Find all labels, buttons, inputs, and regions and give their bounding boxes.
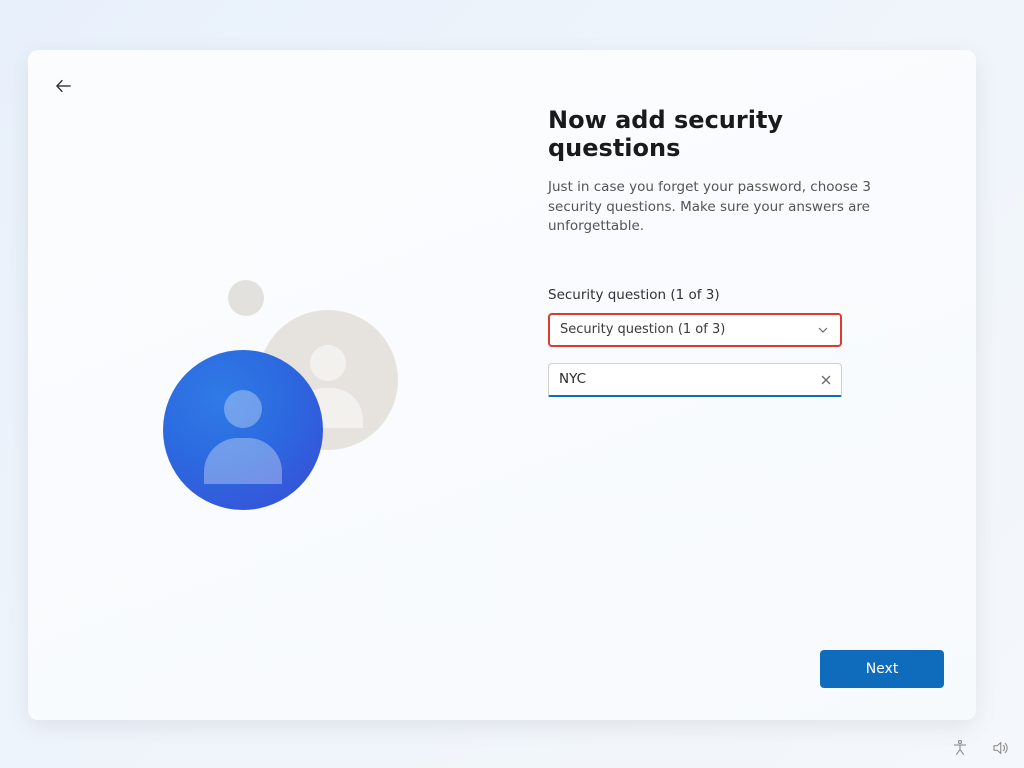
answer-field-wrap	[548, 363, 842, 397]
answer-input[interactable]	[548, 363, 842, 397]
volume-button[interactable]	[990, 738, 1010, 758]
clear-input-button[interactable]	[816, 370, 836, 390]
chevron-down-icon	[816, 323, 830, 337]
setup-window: Now add security questions Just in case …	[28, 50, 976, 720]
accessibility-button[interactable]	[950, 738, 970, 758]
next-button[interactable]: Next	[820, 650, 944, 688]
volume-icon	[991, 739, 1009, 757]
accessibility-icon	[951, 739, 969, 757]
back-button[interactable]	[50, 72, 78, 100]
system-tray	[950, 738, 1010, 758]
decorative-dot	[228, 280, 264, 316]
dropdown-selected-label: Security question (1 of 3)	[560, 322, 725, 337]
form-area: Now add security questions Just in case …	[548, 106, 878, 397]
back-arrow-icon	[54, 76, 74, 96]
avatar-blue-icon	[163, 350, 323, 510]
close-icon	[820, 374, 832, 386]
security-question-dropdown[interactable]: Security question (1 of 3)	[548, 313, 842, 347]
page-subtitle: Just in case you forget your password, c…	[548, 178, 878, 237]
page-title: Now add security questions	[548, 106, 878, 162]
question-field-label: Security question (1 of 3)	[548, 287, 878, 303]
user-illustration	[163, 280, 423, 560]
